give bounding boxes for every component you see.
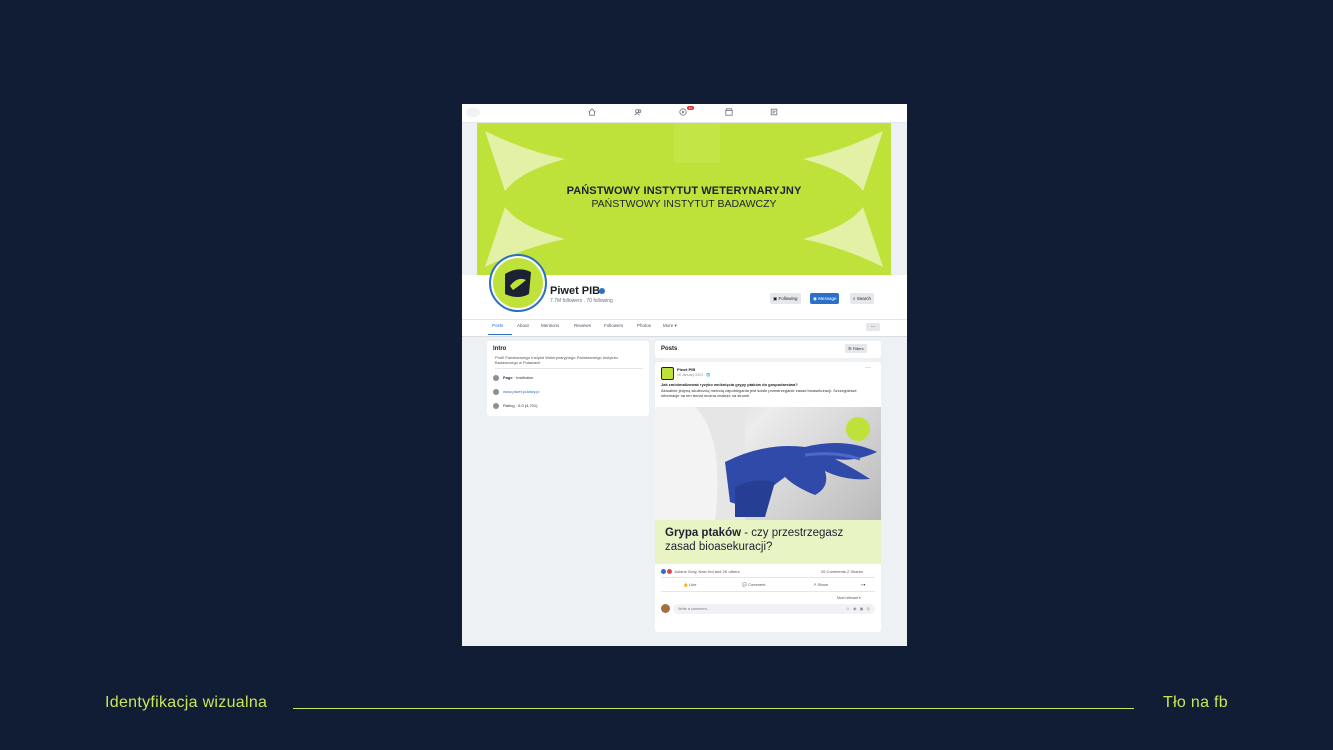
comment-sort-dropdown[interactable]: Most relevant ▾ [837,596,861,600]
posts-title: Posts [661,346,678,352]
intro-website-row: www.piwet.pulawy.pl [493,389,539,395]
post-author-avatar[interactable] [661,367,674,380]
tab-more[interactable]: More ▾ [663,323,677,329]
post-headline: Jak zminimalizować ryzyko wniknięcia gry… [661,382,798,387]
cover-subtitle: PAŃSTWOWY INSTYTUT BADAWCZY [591,198,777,210]
comment-button[interactable]: 💬 Comment [742,582,765,587]
comment-placeholder: Write a comment... [678,607,710,611]
like-reaction-icon [661,569,666,575]
intro-rating-row: Rating · 5.0 (4,701) [493,403,537,409]
rating-text: Rating · 5.0 (4,701) [503,403,538,409]
tab-mentions[interactable]: Mentions [541,323,559,328]
post-date[interactable]: 16 January 2023 · 🌐 [677,373,711,377]
love-reaction-icon [667,569,672,575]
page-label: Page [503,375,513,381]
post-photo[interactable] [655,407,881,520]
info-icon [493,375,499,381]
home-icon[interactable] [588,108,596,116]
notification-badge: 9+ [687,106,694,110]
search-button[interactable]: ⌕ Search [850,293,875,304]
user-avatar [661,604,670,613]
video-icon[interactable] [679,108,687,116]
post-banner: Grypa ptaków - czy przestrzegasz zasad b… [655,520,881,564]
intro-page-row: Page · Institution [493,375,533,381]
page-category: · Institution [513,375,534,381]
banner-bold-text: Grypa ptaków [665,527,742,539]
divider [495,368,643,369]
link-icon [493,389,499,395]
intro-title: Intro [493,346,507,352]
comment-tools-icons[interactable]: ☺ ◉ ▣ ◎ [846,604,871,614]
tab-reviews[interactable]: Reviews [574,323,591,328]
intro-card: Intro Profil Państwowego Instytut Wetery… [487,341,649,416]
gaming-icon[interactable] [770,108,778,116]
page-name: Piwet PIB [550,285,601,297]
tab-posts[interactable]: Posts [492,323,503,328]
following-button[interactable]: ▣ Following [770,293,801,304]
post-options-icon[interactable]: ··· [865,365,871,371]
marketplace-icon[interactable] [725,108,733,116]
more-options-button[interactable]: ··· [866,323,880,331]
accent-circle [846,417,870,441]
cover-title: PAŃSTWOWY INSTYTUT WETERYNARYJNY [566,185,802,197]
footer-left-label: Identyfikacja wizualna [105,694,268,711]
website-link[interactable]: www.piwet.pulawy.pl [503,389,539,394]
like-button[interactable]: 👍 Like [683,582,696,587]
top-navigation-bar: 9+ [462,104,907,123]
piwet-logo-icon [505,269,531,297]
post-card: Piwet PIB 16 January 2023 · 🌐 ··· Jak zm… [655,362,881,632]
petal-decoration [485,131,565,191]
filters-button[interactable]: ☰ Filters [845,344,867,353]
comment-share-counts[interactable]: 26 Comments 2 Shares [821,569,863,574]
tab-photos[interactable]: Photos [637,323,651,328]
reactions-text: Juliane Gray, Nasi Hol and 2K others [674,569,740,574]
comment-input[interactable]: Write a comment... ☺ ◉ ▣ ◎ [673,604,875,614]
profile-avatar[interactable] [489,254,547,312]
footer-divider [293,708,1134,709]
active-tab-indicator [488,334,512,335]
follower-stats[interactable]: 7.7M followers . 70 following [550,298,613,304]
banner-title: Grypa ptaków - czy przestrzegasz zasad b… [665,526,875,554]
audience-icon[interactable]: ◐▾ [861,582,865,587]
petal-decoration [803,131,883,191]
star-icon [493,403,499,409]
verified-badge-icon [599,288,605,294]
following-label: Following [778,296,798,301]
cover-tab-shape [674,123,720,163]
search-label: Search [856,296,872,301]
search-pill[interactable] [466,108,480,117]
divider [661,577,875,578]
divider [661,591,875,592]
message-label: Message [818,296,837,301]
message-button[interactable]: ◉ Message [810,293,840,304]
petal-decoration [803,207,883,267]
intro-description: Profil Państwowego Instytut Weterynaryjn… [495,355,618,365]
cover-photo: PAŃSTWOWY INSTYTUT WETERYNARYJNY PAŃSTWO… [477,123,891,275]
facebook-page-mockup: 9+ PAŃSTWOWY INSTYTUT WETERYNARYJNY PAŃS… [462,104,907,646]
friends-icon[interactable] [634,108,642,116]
post-body: Aktualnie jedyną skuteczną metodą zapobi… [661,388,857,398]
profile-tabs: Posts About Mentions Reviews Followers P… [462,319,907,337]
reactions-summary[interactable]: Juliane Gray, Nasi Hol and 2K others [661,569,740,575]
posts-header-card: Posts ☰ Filters [655,341,881,358]
footer-right-label: Tło na fb [1163,694,1228,711]
tab-about[interactable]: About [517,323,529,328]
share-button[interactable]: ↗ Share [813,582,828,587]
tab-followers[interactable]: Followers [604,323,623,328]
post-author[interactable]: Piwet PIB [677,367,695,372]
